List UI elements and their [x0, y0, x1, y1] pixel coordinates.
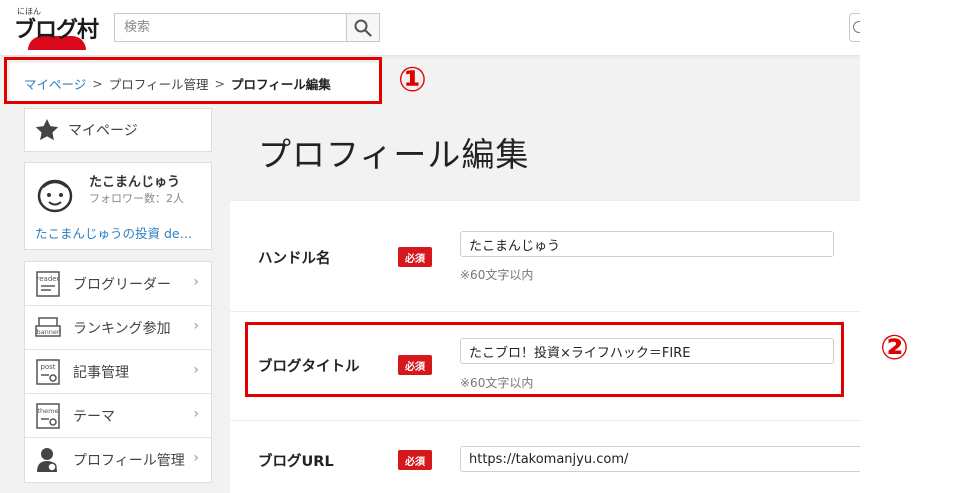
- blogmura-logo[interactable]: にほん ブログ村: [14, 6, 106, 50]
- sidebar-item-label: ランキング参加: [73, 320, 171, 337]
- required-badge: 必須: [398, 450, 432, 470]
- chevron-right-icon: ›: [193, 274, 199, 290]
- search-box: [114, 13, 380, 42]
- user-menu-button[interactable]: [849, 13, 860, 42]
- logo-name: ブログ村: [14, 17, 99, 43]
- blog-url-label: ブログURL: [258, 454, 334, 470]
- form-row-handle: ハンドル名 必須 ※60文字以内: [230, 201, 860, 311]
- chevron-right-icon: ›: [193, 318, 199, 334]
- annotation-box-blog-title: [245, 322, 844, 397]
- banner-icon: banner: [35, 316, 61, 337]
- handle-name-input[interactable]: [460, 231, 834, 257]
- star-icon: [35, 118, 59, 141]
- search-button[interactable]: [346, 14, 379, 41]
- sidebar: マイページ たこまんじゅう フォロワー数：2人 たこまんじゅうの投資 de… r…: [24, 108, 212, 483]
- handle-name-label: ハンドル名: [258, 251, 331, 267]
- required-badge: 必須: [398, 247, 432, 267]
- annotation-marker-1: ①: [398, 60, 427, 100]
- profile-name: たこまんじゅう: [89, 175, 181, 190]
- chevron-right-icon: ›: [193, 406, 199, 422]
- reader-icon: reader: [36, 270, 60, 297]
- reader-icon-text: reader: [37, 275, 60, 283]
- sidebar-item-label: 記事管理: [73, 364, 129, 381]
- page-title: プロフィール編集: [258, 135, 530, 174]
- form-row-blog-url: ブログURL 必須: [230, 421, 860, 493]
- chevron-right-icon: ›: [193, 450, 199, 466]
- annotation-box-breadcrumb: [4, 57, 382, 104]
- blog-url-input[interactable]: [460, 446, 860, 472]
- sidebar-item-theme[interactable]: theme テーマ ›: [25, 394, 211, 438]
- chevron-right-icon: ›: [193, 362, 199, 378]
- profile-user-icon: [37, 448, 57, 472]
- sidebar-item-label: プロフィール管理: [73, 453, 185, 469]
- avatar[interactable]: [35, 175, 75, 215]
- profile-card: たこまんじゅう フォロワー数：2人 たこまんじゅうの投資 de…: [24, 162, 212, 250]
- top-bar: にほん ブログ村: [0, 0, 860, 56]
- search-input[interactable]: [115, 14, 347, 41]
- sidebar-menu: reader ブログリーダー › banner ランキング参加 › post 記…: [24, 261, 212, 483]
- post-icon-text: post: [40, 363, 55, 371]
- profile-followers: フォロワー数：2人: [89, 192, 184, 205]
- sidebar-item-blog-reader[interactable]: reader ブログリーダー ›: [25, 262, 211, 306]
- annotation-marker-2: ②: [880, 328, 909, 368]
- post-icon: post: [36, 358, 60, 385]
- profile-blog-link[interactable]: たこまんじゅうの投資 de…: [35, 223, 192, 242]
- sidebar-item-label: テーマ: [73, 408, 115, 425]
- sidebar-item-ranking[interactable]: banner ランキング参加 ›: [25, 306, 211, 350]
- search-icon: [354, 19, 372, 37]
- banner-icon-text: banner: [36, 328, 59, 336]
- sidebar-item-mypage[interactable]: マイページ: [24, 108, 212, 152]
- theme-icon-text: theme: [38, 407, 59, 415]
- sidebar-item-post-management[interactable]: post 記事管理 ›: [25, 350, 211, 394]
- user-circle-icon: [853, 21, 860, 33]
- sidebar-item-label: マイページ: [68, 123, 138, 139]
- sidebar-item-label: ブログリーダー: [73, 276, 171, 293]
- handle-name-hint: ※60文字以内: [460, 268, 534, 282]
- sidebar-item-profile-management[interactable]: プロフィール管理 ›: [25, 438, 211, 482]
- theme-icon: theme: [36, 402, 60, 429]
